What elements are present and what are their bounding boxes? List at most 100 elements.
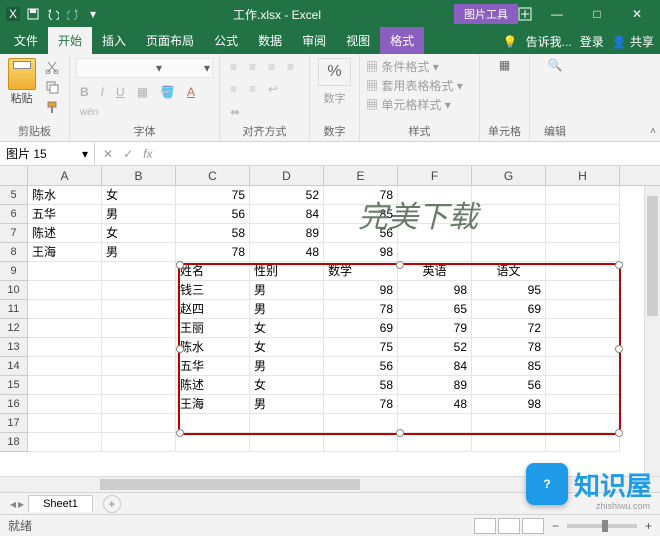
cell[interactable] [546,433,620,452]
view-pagelayout-icon[interactable] [498,518,520,534]
merge-icon[interactable]: ⬌ [226,103,244,121]
col-E[interactable]: E [324,166,398,185]
cell[interactable]: 58 [324,376,398,395]
bold-button[interactable]: B [76,83,93,101]
align-right-icon[interactable]: ≡ [245,80,260,98]
font-dropdown-icon[interactable]: ▾ [156,61,162,75]
cell[interactable] [546,338,620,357]
row-11[interactable]: 11 [0,300,28,319]
worksheet-grid[interactable]: A B C D E F G H 56789101112131415161718 … [0,166,660,476]
tab-pagelayout[interactable]: 页面布局 [136,27,204,54]
cell[interactable] [546,357,620,376]
cell[interactable]: 陈水 [28,186,102,205]
collapse-ribbon-icon[interactable]: ˄ [650,126,656,137]
align-mid-icon[interactable]: ≡ [245,58,260,76]
cell[interactable] [472,243,546,262]
redo-icon[interactable] [66,7,80,21]
cell[interactable]: 男 [250,281,324,300]
cell[interactable]: 女 [102,224,176,243]
cell[interactable]: 85 [472,357,546,376]
cell[interactable]: 女 [102,186,176,205]
cell[interactable]: 75 [176,186,250,205]
cell[interactable]: 语文 [472,262,546,281]
cell[interactable]: 56 [324,224,398,243]
border-icon[interactable]: ▦ [133,83,152,101]
ribbon-help-icon[interactable] [518,7,532,21]
cell[interactable] [546,395,620,414]
cell[interactable]: 95 [472,281,546,300]
select-all-corner[interactable] [0,166,28,185]
cell[interactable] [398,205,472,224]
cell[interactable] [102,319,176,338]
col-F[interactable]: F [398,166,472,185]
cell[interactable]: 英语 [398,262,472,281]
cell[interactable] [546,319,620,338]
cell[interactable]: 女 [250,319,324,338]
col-B[interactable]: B [102,166,176,185]
cell[interactable]: 姓名 [176,262,250,281]
close-button[interactable]: ✕ [622,3,652,25]
cell[interactable] [102,300,176,319]
cell[interactable]: 钱三 [176,281,250,300]
row-15[interactable]: 15 [0,376,28,395]
sheet-tab-1[interactable]: Sheet1 [28,495,93,512]
cell[interactable] [398,224,472,243]
cell[interactable] [28,357,102,376]
cell[interactable]: 男 [250,357,324,376]
row-16[interactable]: 16 [0,395,28,414]
row-14[interactable]: 14 [0,357,28,376]
cell[interactable] [546,300,620,319]
cell[interactable]: 56 [324,357,398,376]
cell[interactable] [546,262,620,281]
cell[interactable] [398,433,472,452]
cell[interactable]: 78 [324,186,398,205]
font-color-icon[interactable]: A [183,83,199,101]
row-6[interactable]: 6 [0,205,28,224]
cell[interactable]: 56 [472,376,546,395]
cut-icon[interactable] [41,58,63,76]
row-18[interactable]: 18 [0,433,28,452]
cell[interactable] [102,376,176,395]
edit-icon[interactable]: 🔍 [548,58,563,72]
cell[interactable] [398,243,472,262]
cell[interactable]: 69 [324,319,398,338]
cell[interactable] [102,262,176,281]
cell[interactable]: 48 [250,243,324,262]
cell[interactable] [28,319,102,338]
cell[interactable]: 男 [102,243,176,262]
cell[interactable]: 五华 [176,357,250,376]
align-center-icon[interactable]: ≡ [226,80,241,98]
cell[interactable] [250,414,324,433]
cell[interactable] [176,433,250,452]
cell-style-button[interactable]: ▦ 单元格样式 ▾ [366,96,451,113]
cell[interactable] [176,414,250,433]
cell[interactable]: 陈述 [28,224,102,243]
col-H[interactable]: H [546,166,620,185]
row-10[interactable]: 10 [0,281,28,300]
cell[interactable]: 78 [176,243,250,262]
maximize-button[interactable]: □ [582,3,612,25]
cell[interactable] [472,414,546,433]
cell[interactable]: 85 [324,205,398,224]
cell[interactable]: 89 [250,224,324,243]
underline-button[interactable]: U [112,83,129,101]
cell[interactable]: 女 [250,376,324,395]
number-format-button[interactable]: % [318,58,350,86]
cell[interactable] [102,433,176,452]
cell[interactable] [546,224,620,243]
cell[interactable]: 男 [250,300,324,319]
undo-icon[interactable] [46,7,60,21]
sheet-next-icon[interactable]: ▸ [18,497,24,511]
signin-link[interactable]: 登录 [580,33,604,50]
share-button[interactable]: 👤 共享 [612,33,654,50]
tab-home[interactable]: 开始 [48,27,92,54]
namebox-dropdown-icon[interactable]: ▾ [82,147,88,161]
name-box[interactable]: 图片 15▾ [0,142,95,165]
cell[interactable] [398,414,472,433]
conditional-format-button[interactable]: ▦ 条件格式 ▾ [366,58,439,75]
cell[interactable]: 89 [398,376,472,395]
row-9[interactable]: 9 [0,262,28,281]
cell[interactable] [546,281,620,300]
cell[interactable]: 84 [398,357,472,376]
cell[interactable] [28,338,102,357]
